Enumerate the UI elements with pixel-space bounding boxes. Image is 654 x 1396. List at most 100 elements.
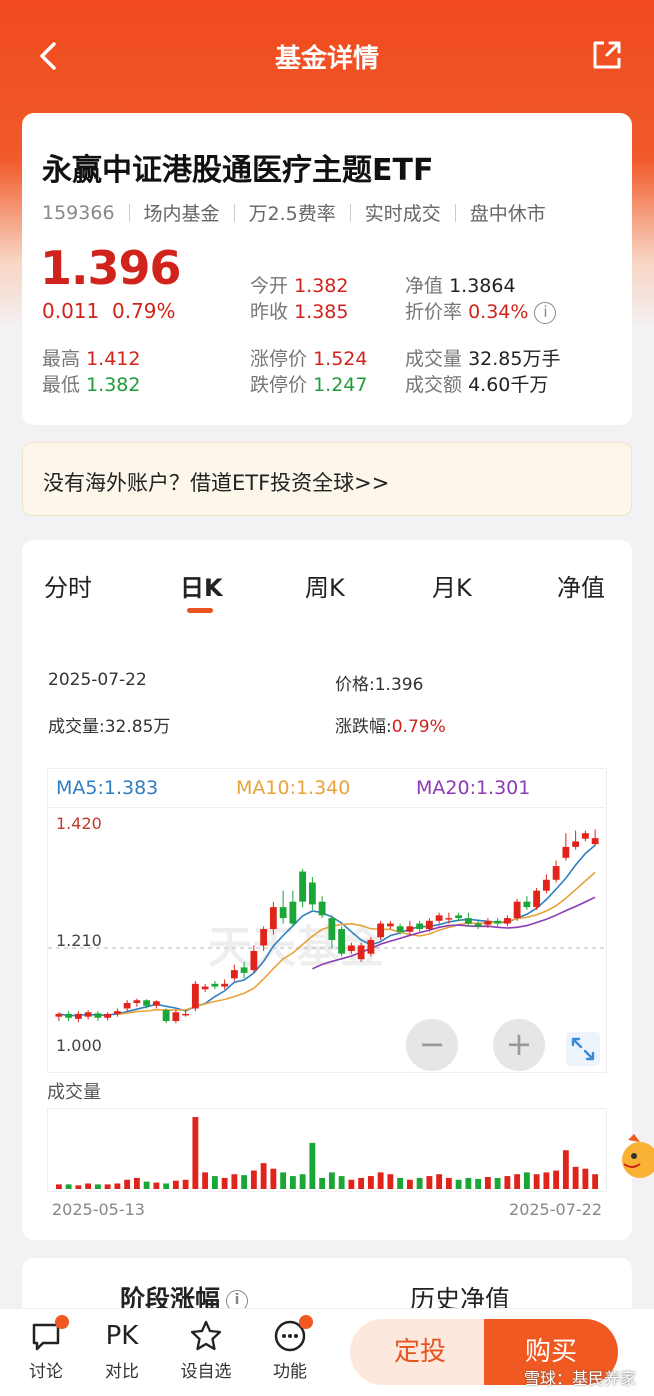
change-value: 0.011 [42,299,100,323]
overseas-banner[interactable]: 没有海外账户？借道ETF投资全球>> [22,442,632,516]
volume-bar [504,1176,511,1189]
function-button[interactable]: 功能 [260,1315,320,1382]
candle [289,890,297,927]
volume-bar [163,1183,170,1189]
tab-weekly-k[interactable]: 周K [305,568,345,603]
volume-bar [260,1163,267,1189]
volume-bar [309,1142,316,1189]
amount-row: 成交额 4.60千万 [405,374,549,396]
y-tick-label: 1.420 [56,814,102,833]
volume-bar [543,1172,550,1189]
tab-nav[interactable]: 净值 [557,568,605,603]
candle [367,937,375,957]
volume-bar [387,1174,394,1189]
volume-bar [553,1170,560,1189]
fullscreen-icon[interactable] [566,1032,600,1066]
candle [474,920,482,930]
point-volume: 成交量:32.85万 [48,717,171,737]
volume-bar [172,1180,179,1189]
candle [308,877,316,910]
volume-bar [133,1177,140,1189]
ma10-label: MA10:1.340 [236,777,351,799]
status-bar [0,0,654,14]
volume-bar [562,1150,569,1189]
discuss-label: 讨论 [29,1362,63,1382]
add-watchlist-button[interactable]: 设自选 [176,1319,236,1382]
candle [94,1011,102,1022]
share-icon[interactable] [590,38,624,72]
low-row: 最低 1.382 [42,374,141,396]
tag-market-status: 盘中休市 [469,203,546,225]
volume-bar [426,1176,433,1189]
limit-down-row: 跌停价 1.247 [250,374,368,396]
volume-bar [592,1174,599,1189]
candle [416,920,424,932]
info-icon[interactable]: i [534,301,557,324]
volume-bar [358,1177,365,1189]
mascot-icon[interactable] [614,1130,654,1190]
volume-bar [153,1182,160,1189]
ma-legend: MA5:1.383 MA10:1.340 MA20:1.301 [47,768,607,808]
candle [494,918,502,927]
prev-close-row: 昨收 1.385 [250,301,349,323]
limit-up-row: 涨停价 1.524 [250,348,368,370]
candle [386,920,394,930]
zoom-out-button[interactable]: − [406,1019,458,1071]
volume-bar [494,1177,501,1189]
x-start-date: 2025-05-13 [52,1200,145,1219]
candle [162,1008,170,1024]
volume-bar [299,1174,306,1189]
volume-row: 成交量 32.85万手 [405,348,561,370]
candle [65,1011,73,1022]
point-date: 2025-07-22 [48,670,147,690]
candle [562,833,570,861]
volume-bar [104,1184,111,1189]
volume-bar [280,1172,287,1189]
discuss-button[interactable]: 讨论 [16,1315,76,1382]
volume-bar [65,1184,72,1189]
volume-bar [270,1168,277,1189]
volume-bar [124,1179,131,1189]
volume-bar [533,1174,540,1189]
volume-chart [47,1108,607,1192]
candle [533,887,541,910]
chart-tabs: 分时 日K 周K 月K 净值 [22,568,632,628]
candle [123,1000,131,1012]
tab-daily-k[interactable]: 日K [180,568,223,603]
xueqiu-watermark: 雪球：基民养家 [523,1369,636,1388]
volume-bar [202,1172,209,1189]
candle [572,830,580,850]
top-nav: 基金详情 [0,22,654,92]
volume-bar [377,1172,384,1189]
volume-bar [436,1174,443,1189]
volume-bar [221,1177,228,1189]
tab-monthly-k[interactable]: 月K [432,568,472,603]
candle [581,830,589,842]
candle [74,1011,82,1023]
zoom-in-button[interactable]: + [493,1019,545,1071]
volume-bar [416,1177,423,1189]
volume-bar [114,1183,121,1189]
candle [299,868,307,908]
kline-chart[interactable]: 天天基金 1.420 1.210 1.000 − + [47,807,607,1073]
candle [523,896,531,910]
auto-invest-button[interactable]: 定投 [350,1319,490,1385]
nav-row: 净值 1.3864 [405,275,516,297]
price-change: 0.011 0.79% [42,299,176,323]
candle [113,1008,121,1017]
tab-intraday[interactable]: 分时 [44,568,92,603]
y-tick-label: 1.000 [56,1036,102,1055]
candle [104,1012,112,1021]
compare-label: 对比 [105,1362,139,1382]
volume-bar [211,1176,218,1189]
fund-tags: 159366 场内基金 万2.5费率 实时成交 盘中休市 [42,199,546,226]
chart-card: 分时 日K 周K 月K 净值 2025-07-22 价格:1.396 成交量:3… [22,540,632,1240]
volume-bar [94,1184,101,1189]
volume-bar [572,1166,579,1189]
candle [279,890,287,924]
ma20-label: MA20:1.301 [416,777,531,799]
volume-bar [582,1168,589,1189]
compare-button[interactable]: PK 对比 [92,1319,152,1382]
x-end-date: 2025-07-22 [509,1200,602,1219]
volume-svg [55,1117,599,1189]
